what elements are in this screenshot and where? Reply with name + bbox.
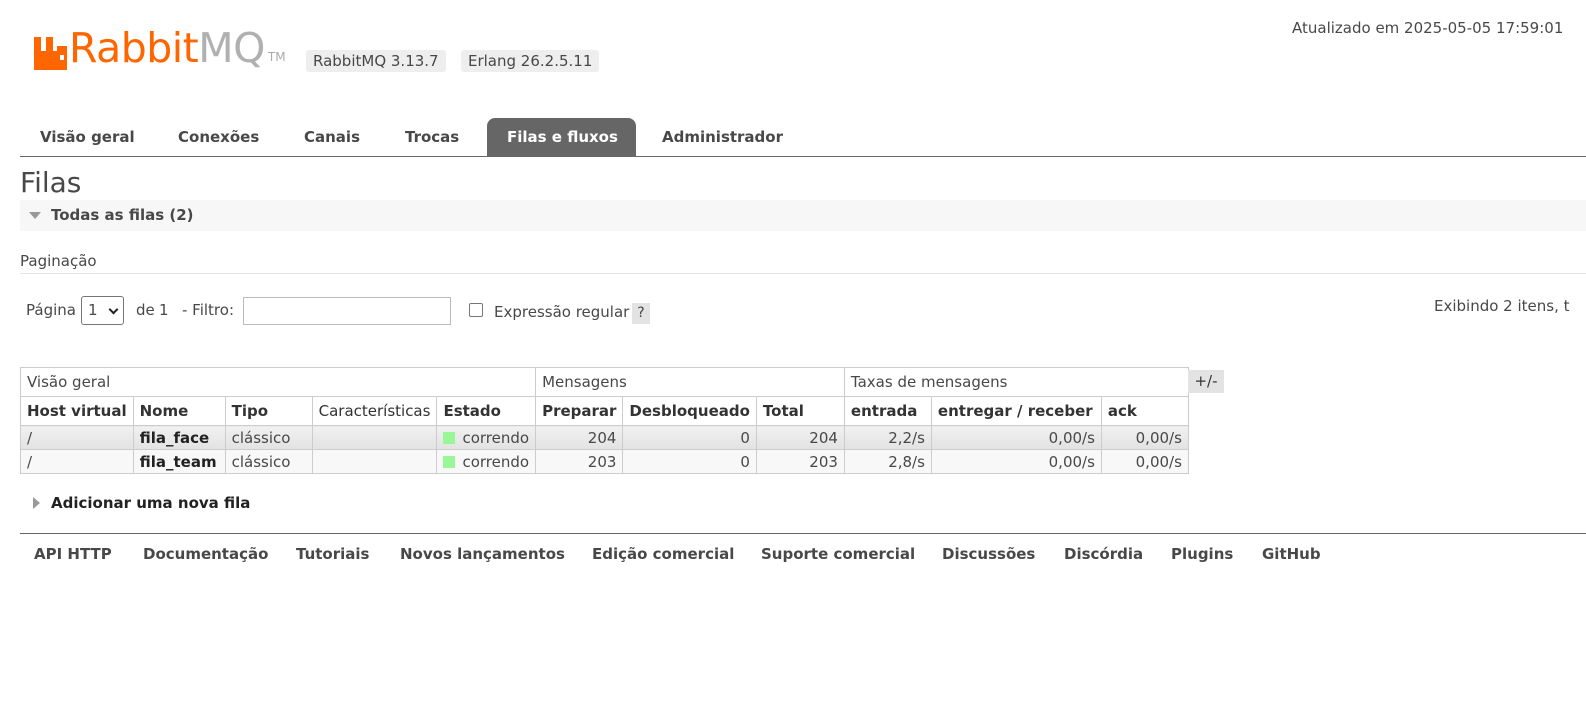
queues-table: Visão geral Mensagens Taxas de mensagens… [19,367,1189,474]
footer-link-new-releases[interactable]: Novos lançamentos [400,545,565,563]
section-title: Todas as filas (2) [51,206,194,224]
tab-admin[interactable]: Administrador [642,118,803,156]
rabbitmq-version-badge: RabbitMQ 3.13.7 [306,50,446,72]
footer-link-github[interactable]: GitHub [1262,545,1321,563]
regex-label: Expressão regular [494,303,630,321]
page-select-value: 1 [88,301,98,319]
col-type[interactable]: Tipo [224,396,313,426]
table-column-header-row: Host virtual Nome Tipo Características E… [20,396,1189,426]
footer-link-commercial-support[interactable]: Suporte comercial [761,545,915,563]
cell-features [311,449,438,474]
col-ready[interactable]: Preparar [535,396,624,426]
expand-triangle-icon [33,497,40,509]
running-status-icon [443,431,456,444]
cell-type: clássico [224,425,313,450]
cell-features [311,425,438,450]
col-unacked[interactable]: Desbloqueado [622,396,757,426]
footer-link-commercial-edition[interactable]: Edição comercial [592,545,734,563]
regex-checkbox[interactable] [469,303,483,317]
group-message-rates: Taxas de mensagens [843,367,1189,397]
col-state[interactable]: Estado [436,396,537,426]
page-select[interactable]: 1 [81,296,124,325]
state-text: correndo [462,452,530,471]
page-label: Página [26,301,76,319]
cell-ack: 0,00/s [1100,425,1189,450]
footer-link-http-api[interactable]: API HTTP [34,545,112,563]
footer-link-plugins[interactable]: Plugins [1171,545,1233,563]
chevron-down-icon [108,304,119,315]
last-updated-text[interactable]: Atualizado em 2025-05-05 17:59:01 [1292,19,1563,37]
cell-ready: 204 [535,425,624,450]
rabbit-logo-icon [34,37,67,70]
cell-type: clássico [224,449,313,474]
footer-link-discussions[interactable]: Discussões [942,545,1035,563]
state-text: correndo [462,428,530,447]
erlang-version-badge: Erlang 26.2.5.11 [461,50,600,72]
table-row[interactable]: / fila_team clássico correndo 203 0 203 … [20,449,1189,474]
cell-vhost: / [20,449,134,474]
footer: API HTTP Documentação Tutoriais Novos la… [20,533,1586,573]
pagination-heading: Paginação [20,252,97,270]
col-vhost[interactable]: Host virtual [20,396,134,426]
cell-incoming: 2,2/s [843,425,932,450]
running-status-icon [443,455,456,468]
table-row[interactable]: / fila_face clássico correndo 204 0 204 … [20,425,1189,450]
queue-name-link[interactable]: fila_face [132,425,226,450]
of-label: de [136,301,155,319]
filter-input[interactable] [243,297,451,325]
add-queue-label: Adicionar uma nova fila [51,494,251,512]
page-title: Filas [20,166,82,199]
col-name[interactable]: Nome [132,396,226,426]
rabbitmq-logo[interactable]: RabbitMQ TM [34,26,286,70]
pagination-divider [20,273,1586,274]
col-ack[interactable]: ack [1100,396,1189,426]
filter-label: - Filtro: [182,301,235,319]
toggle-columns-button[interactable]: +/- [1188,370,1224,393]
total-pages: 1 [159,301,169,319]
cell-state: correndo [436,425,537,450]
footer-link-documentation[interactable]: Documentação [143,545,268,563]
cell-total: 204 [755,425,845,450]
cell-ready: 203 [535,449,624,474]
cell-unacked: 0 [622,425,757,450]
collapse-triangle-icon [29,212,41,219]
table-group-header-row: Visão geral Mensagens Taxas de mensagens [19,367,1189,397]
queue-name-link[interactable]: fila_team [132,449,226,474]
cell-unacked: 0 [622,449,757,474]
group-messages: Mensagens [535,367,845,397]
page: RabbitMQ TM RabbitMQ 3.13.7 Erlang 26.2.… [0,0,1586,707]
tab-channels[interactable]: Canais [284,118,380,156]
logo-mq-text: MQ [198,24,265,72]
logo-wordmark: RabbitMQ [69,26,265,70]
tab-exchanges[interactable]: Trocas [385,118,479,156]
tab-overview[interactable]: Visão geral [20,118,155,156]
col-total[interactable]: Total [755,396,845,426]
col-deliver-get[interactable]: entregar / receber [930,396,1102,426]
all-queues-section-toggle[interactable]: Todas as filas (2) [20,200,1586,231]
cell-deliver-get: 0,00/s [930,425,1102,450]
col-incoming[interactable]: entrada [843,396,932,426]
group-overview: Visão geral [19,367,537,397]
cell-ack: 0,00/s [1100,449,1189,474]
cell-vhost: / [20,425,134,450]
tab-queues-and-streams[interactable]: Filas e fluxos [487,118,636,156]
cell-total: 203 [755,449,845,474]
footer-link-tutorials[interactable]: Tutoriais [296,545,369,563]
cell-state: correndo [436,449,537,474]
col-features: Características [311,396,438,426]
tab-connections[interactable]: Conexões [158,118,279,156]
footer-link-discord[interactable]: Discórdia [1064,545,1143,563]
showing-items-text: Exibindo 2 itens, t [1434,297,1570,315]
cell-incoming: 2,8/s [843,449,932,474]
logo-rabbit-text: Rabbit [69,24,199,72]
cell-deliver-get: 0,00/s [930,449,1102,474]
regex-help-button[interactable]: ? [632,303,650,324]
logo-trademark: TM [267,50,286,64]
main-tabs: Visão geral Conexões Canais Trocas Filas… [20,118,1586,157]
